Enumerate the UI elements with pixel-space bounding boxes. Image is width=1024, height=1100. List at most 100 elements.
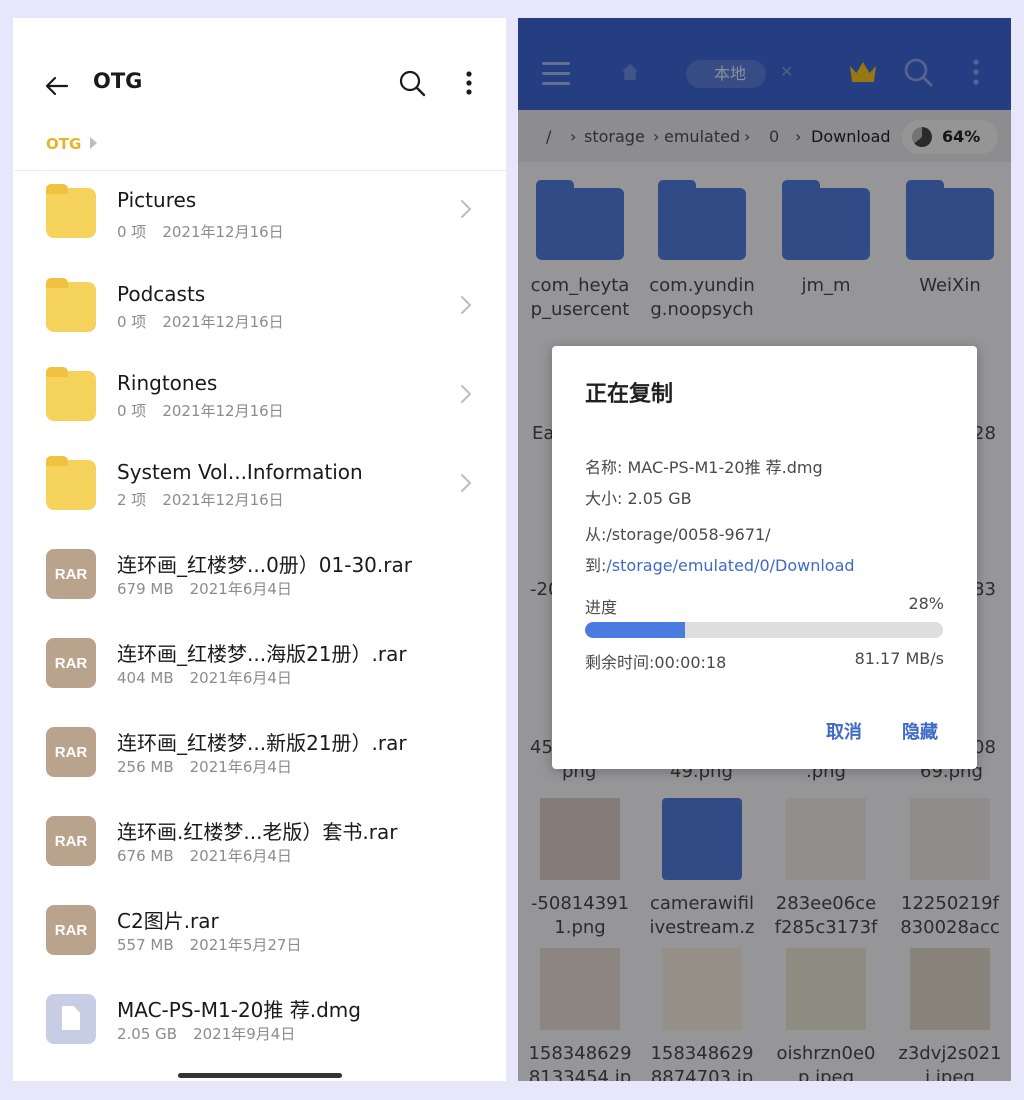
to-label: 到: [585,556,607,575]
item-meta: 557 MB 2021年5月27日 [117,934,317,955]
item-size: 557 MB [117,936,174,954]
cancel-button[interactable]: 取消 [826,718,862,744]
item-date: 2021年6月4日 [189,847,292,865]
item-meta: 676 MB 2021年6月4日 [117,845,308,866]
folder-row[interactable]: Ringtones 0 项 2021年12月16日 [13,367,506,460]
rar-badge-label: RAR [54,832,88,850]
source-line: 从:/storage/0058-9671/ [585,521,771,545]
right-screen: 本地 ✕ / › storage › emulated › 0 › Downlo… [518,18,1011,1081]
item-name: 连环画.红楼梦...老版）套书.rar [117,820,398,844]
chevron-right-icon [461,385,472,403]
item-name: MAC-PS-M1-20推 荐.dmg [117,998,361,1022]
item-date: 2021年12月16日 [162,491,284,509]
dialog-title: 正在复制 [585,382,674,407]
item-meta: 2 项 2021年12月16日 [117,489,300,510]
rar-archive-icon: RAR [46,638,96,688]
folder-icon [46,456,96,510]
item-size: 404 MB [117,669,174,687]
folder-row[interactable]: Pictures 0 项 2021年12月16日 [13,184,506,282]
folder-row[interactable]: System Vol...Information 2 项 2021年12月16日 [13,456,506,549]
copy-dialog: 正在复制 名称: MAC-PS-M1-20推 荐.dmg 大小: 2.05 GB… [552,346,977,769]
item-date: 2021年9月4日 [193,1025,296,1043]
rar-archive-icon: RAR [46,727,96,777]
breadcrumb-arrow-icon [90,137,97,149]
chevron-right-icon [461,296,472,314]
item-meta: 404 MB 2021年6月4日 [117,667,308,688]
search-icon[interactable] [397,68,427,98]
file-row[interactable]: RAR C2图片.rar 557 MB 2021年5月27日 [13,905,506,994]
item-name: Podcasts [117,282,206,306]
chevron-right-icon [461,474,472,492]
item-date: 2021年12月16日 [162,223,284,241]
hide-button[interactable]: 隐藏 [902,718,938,744]
item-name: 连环画_红楼梦...0册）01-30.rar [117,553,412,577]
item-meta: 256 MB 2021年6月4日 [117,756,308,777]
size-label: 大小: [585,489,628,508]
item-count: 0 项 [117,223,147,241]
remaining-label: 剩余时间: [585,653,655,672]
document-icon [46,994,96,1044]
folder-icon [46,184,96,238]
remaining-value: 00:00:18 [654,653,727,672]
item-name: Pictures [117,188,197,212]
item-name: Ringtones [117,371,218,395]
remaining-time: 剩余时间:00:00:18 [585,649,726,673]
item-meta: 0 项 2021年12月16日 [117,400,300,421]
progress-bar-fill [585,622,686,638]
from-value: /storage/0058-9671/ [606,525,771,544]
folder-icon [46,278,96,332]
item-meta: 0 项 2021年12月16日 [117,221,300,242]
to-value[interactable]: /storage/emulated/0/Download [606,556,854,575]
item-date: 2021年6月4日 [189,580,292,598]
file-row[interactable]: RAR 连环画_红楼梦...0册）01-30.rar 679 MB 2021年6月4日 [13,549,506,638]
folder-icon [46,367,96,421]
back-arrow-icon[interactable] [41,70,73,102]
item-date: 2021年12月16日 [162,402,284,420]
from-label: 从: [585,525,607,544]
rar-badge-label: RAR [54,565,88,583]
divider [13,170,506,171]
rar-archive-icon: RAR [46,905,96,955]
item-count: 2 项 [117,491,147,509]
item-count: 0 项 [117,313,147,331]
transfer-speed: 81.17 MB/s [854,649,944,668]
item-size: 679 MB [117,580,174,598]
file-row[interactable]: MAC-PS-M1-20推 荐.dmg 2.05 GB 2021年9月4日 [13,994,506,1081]
item-name: System Vol...Information [117,460,363,484]
home-indicator[interactable] [178,1073,342,1078]
item-name: 连环画_红楼梦...海版21册）.rar [117,642,407,666]
name-value: MAC-PS-M1-20推 荐.dmg [627,458,823,477]
size-value: 2.05 GB [627,489,692,508]
folder-row[interactable]: Podcasts 0 项 2021年12月16日 [13,278,506,371]
rar-badge-label: RAR [54,921,88,939]
progress-bar [585,622,943,638]
item-size: 676 MB [117,847,174,865]
rar-badge-label: RAR [54,743,88,761]
destination-line: 到:/storage/emulated/0/Download [585,552,855,576]
more-options-icon[interactable] [457,68,481,98]
page-icon [62,1006,80,1030]
item-size: 2.05 GB [117,1025,178,1043]
progress-percent: 28% [908,594,944,613]
chevron-right-icon [461,200,472,218]
item-size: 256 MB [117,758,174,776]
item-meta: 2.05 GB 2021年9月4日 [117,1023,311,1044]
name-label: 名称: [585,458,628,477]
file-row[interactable]: RAR 连环画_红楼梦...新版21册）.rar 256 MB 2021年6月4日 [13,727,506,816]
left-screen: OTG OTG Pictures 0 项 2021年12月16日 Podcasts 0 … [13,18,506,1081]
item-date: 2021年6月4日 [189,669,292,687]
item-meta: 679 MB 2021年6月4日 [117,578,308,599]
breadcrumb-root[interactable]: OTG [46,135,81,153]
app-bar: OTG [13,58,506,114]
item-date: 2021年5月27日 [189,936,302,954]
file-row[interactable]: RAR 连环画.红楼梦...老版）套书.rar 676 MB 2021年6月4日 [13,816,506,905]
item-count: 0 项 [117,402,147,420]
rar-badge-label: RAR [54,654,88,672]
page-title: OTG [93,69,143,93]
item-meta: 0 项 2021年12月16日 [117,311,300,332]
file-size-line: 大小: 2.05 GB [585,485,692,509]
item-name: 连环画_红楼梦...新版21册）.rar [117,731,407,755]
rar-archive-icon: RAR [46,816,96,866]
file-row[interactable]: RAR 连环画_红楼梦...海版21册）.rar 404 MB 2021年6月4日 [13,638,506,727]
item-date: 2021年12月16日 [162,313,284,331]
